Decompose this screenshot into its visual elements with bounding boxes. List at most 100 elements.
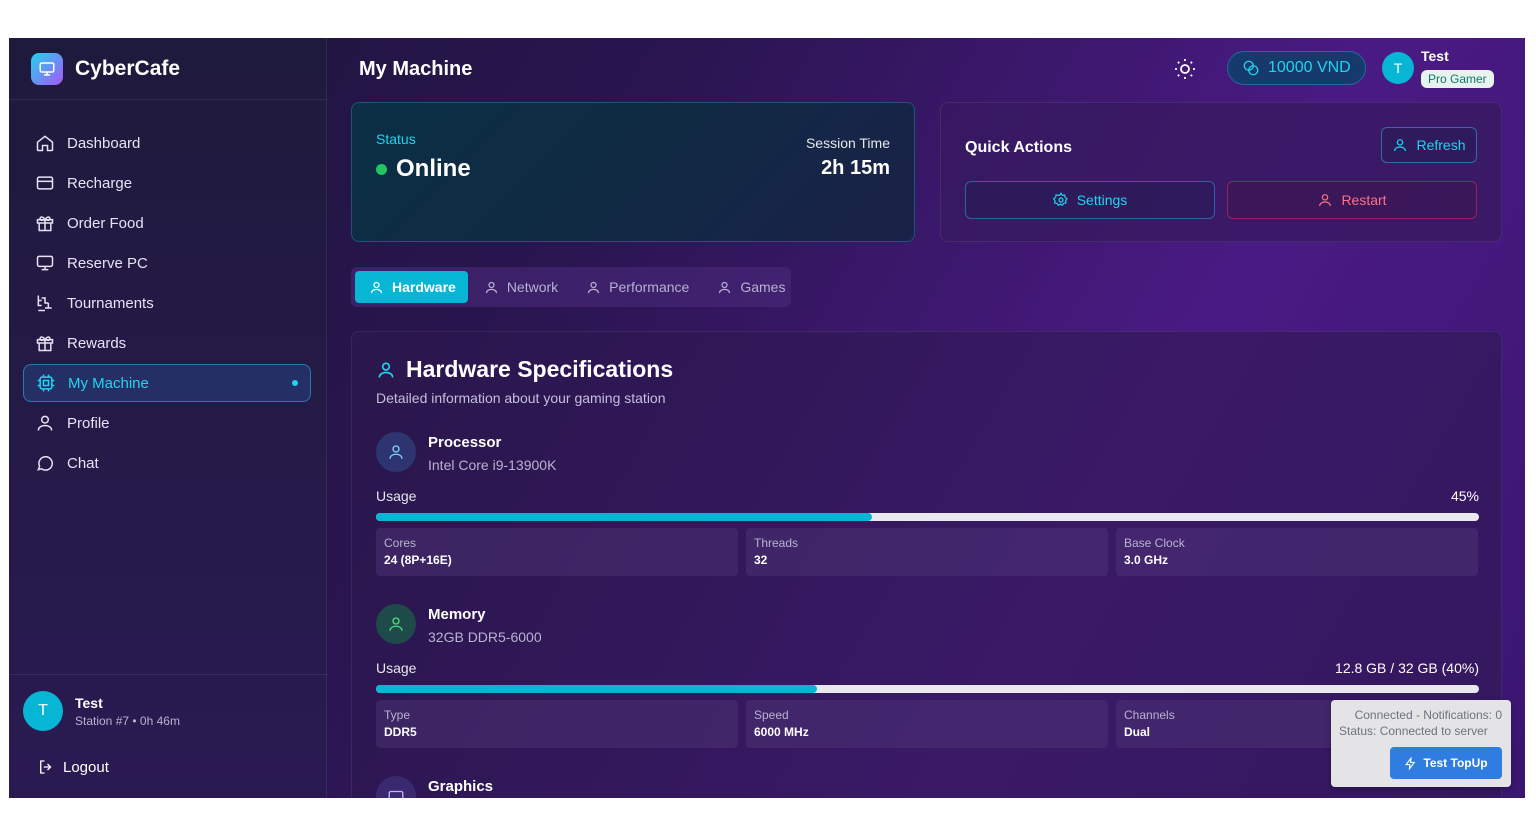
toast-status-line: Status: Connected to server bbox=[1339, 724, 1488, 738]
sidebar-item-my-machine[interactable]: My Machine bbox=[23, 364, 311, 402]
spec-key: Threads bbox=[754, 536, 799, 550]
settings-button[interactable]: Settings bbox=[965, 181, 1215, 219]
sidebar-item-label: Chat bbox=[67, 454, 99, 472]
gift-icon bbox=[36, 216, 54, 232]
header-user-name: Test bbox=[1421, 48, 1449, 64]
sidebar-item-label: Profile bbox=[67, 414, 110, 432]
session-value: 2h 15m bbox=[821, 157, 890, 179]
component-model: 32GB DDR5-6000 bbox=[428, 629, 542, 645]
sidebar-user[interactable]: T Test Station #7 • 0h 46m bbox=[9, 674, 327, 747]
user-icon bbox=[485, 281, 497, 293]
usage-value: 45% bbox=[1450, 488, 1479, 504]
sidebar-item-label: Dashboard bbox=[67, 134, 141, 152]
user-icon bbox=[378, 362, 394, 378]
sidebar: CyberCafe Dashboard Recharge Order Food … bbox=[9, 38, 327, 798]
sidebar-item-recharge[interactable]: Recharge bbox=[23, 164, 311, 202]
usage-progress-bar bbox=[376, 685, 1479, 693]
tab-hardware[interactable]: Hardware bbox=[355, 271, 468, 303]
user-icon bbox=[1394, 139, 1407, 152]
spec-value: 24 (8P+16E) bbox=[384, 553, 452, 567]
avatar: T bbox=[23, 691, 63, 731]
status-text: Online bbox=[396, 155, 471, 182]
cpu-icon bbox=[37, 374, 55, 392]
chat-icon bbox=[37, 456, 53, 471]
sidebar-item-label: Tournaments bbox=[67, 294, 154, 312]
sidebar-item-rewards[interactable]: Rewards bbox=[23, 324, 311, 362]
sidebar-item-dashboard[interactable]: Dashboard bbox=[23, 124, 311, 162]
refresh-button[interactable]: Refresh bbox=[1381, 127, 1477, 163]
status-value: Online bbox=[376, 155, 471, 183]
logout-icon bbox=[40, 760, 52, 774]
sidebar-item-reserve-pc[interactable]: Reserve PC bbox=[23, 244, 311, 282]
balance-badge[interactable]: 10000 VND bbox=[1227, 51, 1366, 85]
session-label: Session Time bbox=[805, 135, 890, 151]
settings-label: Settings bbox=[1076, 192, 1128, 208]
spec-key: Type bbox=[384, 708, 411, 722]
sidebar-nav: Dashboard Recharge Order Food Reserve PC… bbox=[23, 124, 311, 484]
user-tier-badge: Pro Gamer bbox=[1421, 70, 1494, 88]
tab-label: Performance bbox=[609, 279, 690, 295]
restart-label: Restart bbox=[1341, 192, 1387, 208]
monitor-icon bbox=[36, 255, 54, 271]
logout-button[interactable]: Logout bbox=[37, 758, 109, 776]
top-header: My Machine 10000 VND T Test Pro Gamer bbox=[327, 38, 1525, 100]
spec-value: 3.0 GHz bbox=[1124, 553, 1169, 567]
sidebar-item-label: Reserve PC bbox=[67, 254, 148, 272]
sidebar-item-tournaments[interactable]: Tournaments bbox=[23, 284, 311, 322]
page-title: My Machine bbox=[359, 57, 473, 80]
sidebar-item-chat[interactable]: Chat bbox=[23, 444, 311, 482]
user-station: Station #7 • 0h 46m bbox=[75, 713, 180, 728]
spec-value: 32 bbox=[754, 553, 768, 567]
sidebar-item-label: Recharge bbox=[67, 174, 133, 192]
toast-connection-line: Connected - Notifications: 0 bbox=[1354, 708, 1502, 722]
spec-cell: Threads 32 bbox=[746, 528, 1108, 576]
spec-value: DDR5 bbox=[384, 725, 417, 739]
sidebar-item-label: Order Food bbox=[67, 214, 144, 232]
usage-progress-fill bbox=[376, 513, 873, 521]
tab-label: Games bbox=[740, 279, 786, 295]
tournament-icon bbox=[37, 295, 52, 312]
machine-tabs: Hardware Network Performance Games bbox=[351, 267, 791, 307]
user-icon bbox=[376, 604, 416, 644]
tab-network[interactable]: Network bbox=[470, 271, 570, 303]
spec-grid: Type DDR5 Speed 6000 MHz Channels Dual bbox=[376, 700, 1479, 748]
spec-key: Speed bbox=[754, 708, 789, 722]
sun-icon[interactable] bbox=[1173, 57, 1197, 81]
user-icon bbox=[376, 432, 416, 472]
usage-progress-bar bbox=[376, 513, 1479, 521]
home-icon bbox=[36, 135, 54, 152]
usage-progress-fill bbox=[376, 685, 818, 693]
spec-grid: Cores 24 (8P+16E) Threads 32 Base Clock … bbox=[376, 528, 1479, 576]
component-name: Graphics bbox=[428, 778, 494, 795]
online-indicator-icon bbox=[376, 163, 387, 175]
component-name: Memory bbox=[428, 606, 486, 623]
quick-actions-card: Quick Actions Refresh Settings Restart bbox=[940, 102, 1502, 242]
usage-label: Usage bbox=[376, 660, 417, 676]
tab-performance[interactable]: Performance bbox=[572, 271, 701, 303]
sidebar-item-profile[interactable]: Profile bbox=[23, 404, 311, 442]
monitor-icon bbox=[31, 52, 63, 85]
refresh-label: Refresh bbox=[1416, 137, 1466, 153]
test-topup-button[interactable]: Test TopUp bbox=[1390, 747, 1502, 779]
spec-cell: Speed 6000 MHz bbox=[746, 700, 1108, 748]
logout-label: Logout bbox=[63, 758, 109, 776]
hardware-subtitle: Detailed information about your gaming s… bbox=[376, 390, 666, 406]
brand[interactable]: CyberCafe bbox=[9, 38, 326, 100]
status-card: Status Online Session Time 2h 15m bbox=[351, 102, 915, 242]
sidebar-item-label: Rewards bbox=[67, 334, 127, 352]
spec-key: Cores bbox=[384, 536, 417, 550]
restart-button[interactable]: Restart bbox=[1227, 181, 1477, 219]
balance-value: 10000 VND bbox=[1268, 59, 1351, 76]
hardware-specs-card: Hardware Specifications Detailed informa… bbox=[351, 331, 1502, 798]
spec-cell: Cores 24 (8P+16E) bbox=[376, 528, 738, 576]
tab-label: Network bbox=[506, 279, 559, 295]
hardware-title-text: Hardware Specifications bbox=[406, 356, 674, 382]
tab-games[interactable]: Games bbox=[703, 271, 797, 303]
sidebar-item-order-food[interactable]: Order Food bbox=[23, 204, 311, 242]
component-name: Processor bbox=[428, 434, 502, 451]
avatar[interactable]: T bbox=[1382, 52, 1414, 84]
spec-cell: Type DDR5 bbox=[376, 700, 738, 748]
lightning-icon bbox=[1405, 756, 1416, 770]
hardware-title: Hardware Specifications bbox=[376, 356, 673, 383]
active-indicator bbox=[292, 380, 298, 386]
